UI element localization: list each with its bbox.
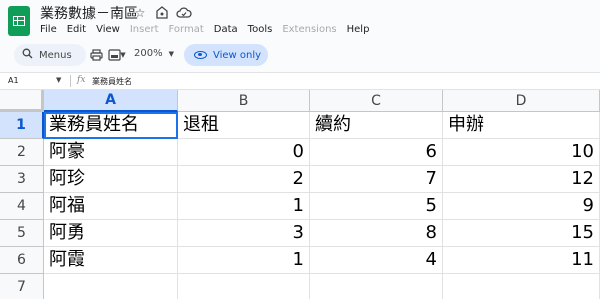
select-all-corner[interactable] bbox=[0, 90, 44, 112]
cell-a3[interactable]: 阿珍 bbox=[44, 166, 178, 193]
menu-view[interactable]: View bbox=[96, 23, 120, 37]
title-bar: 業務數據－南區 ☆ File Edit View Insert Format Data To… bbox=[0, 0, 600, 42]
cell-d1[interactable]: 申辦 bbox=[443, 112, 600, 139]
menu-insert[interactable]: Insert bbox=[130, 23, 159, 37]
row-header-3[interactable]: 3 bbox=[0, 166, 44, 193]
toolbar: Menus ▼ 200% ▼ View only bbox=[8, 43, 598, 67]
menu-edit[interactable]: Edit bbox=[67, 23, 86, 37]
search-icon bbox=[22, 48, 33, 62]
cell-b5[interactable]: 3 bbox=[178, 220, 310, 247]
row-header-4[interactable]: 4 bbox=[0, 193, 44, 220]
cell-b6[interactable]: 1 bbox=[178, 247, 310, 274]
cell-c4[interactable]: 5 bbox=[310, 193, 443, 220]
row-header-5[interactable]: 5 bbox=[0, 220, 44, 247]
menu-format[interactable]: Format bbox=[169, 23, 204, 37]
cell-a6[interactable]: 阿霞 bbox=[44, 247, 178, 274]
zoom-value: 200% bbox=[134, 48, 163, 59]
row-header-6[interactable]: 6 bbox=[0, 247, 44, 274]
cell-c7[interactable] bbox=[310, 274, 443, 299]
column-header-b[interactable]: B bbox=[178, 90, 310, 112]
cell-c2[interactable]: 6 bbox=[310, 139, 443, 166]
cell-a4[interactable]: 阿福 bbox=[44, 193, 178, 220]
cell-b1[interactable]: 退租 bbox=[178, 112, 310, 139]
cell-d6[interactable]: 11 bbox=[443, 247, 600, 274]
view-only-button[interactable]: View only bbox=[184, 44, 268, 66]
cell-a2[interactable]: 阿豪 bbox=[44, 139, 178, 166]
spreadsheet-app: 業務數據－南區 ☆ File Edit View Insert Format Data To… bbox=[0, 0, 600, 299]
cell-a1[interactable]: 業務員姓名 bbox=[44, 112, 178, 139]
row-header-2[interactable]: 2 bbox=[0, 139, 44, 166]
sheets-logo-icon[interactable] bbox=[8, 6, 30, 36]
menu-bar: File Edit View Insert Format Data Tools Extensi… bbox=[40, 23, 369, 37]
menu-data[interactable]: Data bbox=[214, 23, 238, 37]
chevron-down-icon[interactable]: ▼ bbox=[118, 47, 128, 63]
document-title[interactable]: 業務數據－南區 bbox=[40, 5, 138, 23]
cell-b2[interactable]: 0 bbox=[178, 139, 310, 166]
print-icon[interactable] bbox=[88, 47, 104, 63]
menu-tools[interactable]: Tools bbox=[248, 23, 273, 37]
function-icon: fx bbox=[77, 75, 86, 85]
title-actions: ☆ bbox=[132, 5, 192, 21]
cloud-status-icon[interactable] bbox=[176, 5, 192, 21]
eye-icon bbox=[194, 51, 207, 59]
cell-a5[interactable]: 阿勇 bbox=[44, 220, 178, 247]
cell-b4[interactable]: 1 bbox=[178, 193, 310, 220]
formula-bar: A1 ▼ fx 業務員姓名 bbox=[0, 72, 600, 90]
view-only-label: View only bbox=[213, 49, 262, 61]
row-header-1[interactable]: 1 bbox=[0, 112, 44, 139]
column-header-a[interactable]: A bbox=[44, 90, 178, 112]
cell-c3[interactable]: 7 bbox=[310, 166, 443, 193]
column-header-d[interactable]: D bbox=[443, 90, 600, 112]
cell-c5[interactable]: 8 bbox=[310, 220, 443, 247]
cell-c1[interactable]: 續約 bbox=[310, 112, 443, 139]
menu-help[interactable]: Help bbox=[347, 23, 370, 37]
cell-c6[interactable]: 4 bbox=[310, 247, 443, 274]
cell-d7[interactable] bbox=[443, 274, 600, 299]
row-header-7[interactable]: 7 bbox=[0, 274, 44, 299]
move-to-folder-icon[interactable] bbox=[154, 5, 170, 21]
cell-d5[interactable]: 15 bbox=[443, 220, 600, 247]
cell-d2[interactable]: 10 bbox=[443, 139, 600, 166]
chevron-down-icon[interactable]: ▼ bbox=[56, 76, 61, 84]
cell-d3[interactable]: 12 bbox=[443, 166, 600, 193]
zoom-select[interactable]: 200% ▼ bbox=[134, 48, 174, 60]
column-header-c[interactable]: C bbox=[310, 90, 443, 112]
cell-b7[interactable] bbox=[178, 274, 310, 299]
menus-label: Menus bbox=[39, 49, 72, 61]
sheet-grid: A B C D 1 業務員姓名 退租 續約 申辦 2 阿豪 0 6 10 3 阿珍 2 7 12 4 阿福 1 5 9 5 阿勇 3… bbox=[0, 90, 600, 299]
chevron-down-icon: ▼ bbox=[168, 50, 174, 58]
menu-file[interactable]: File bbox=[40, 23, 57, 37]
name-box[interactable]: A1 bbox=[8, 76, 19, 85]
divider bbox=[70, 75, 71, 87]
cell-a7[interactable] bbox=[44, 274, 178, 299]
formula-input[interactable]: 業務員姓名 bbox=[92, 76, 132, 87]
cell-d4[interactable]: 9 bbox=[443, 193, 600, 220]
star-icon[interactable]: ☆ bbox=[132, 5, 148, 21]
menus-search-button[interactable]: Menus bbox=[14, 44, 86, 66]
menu-extensions[interactable]: Extensions bbox=[282, 23, 336, 37]
cell-b3[interactable]: 2 bbox=[178, 166, 310, 193]
